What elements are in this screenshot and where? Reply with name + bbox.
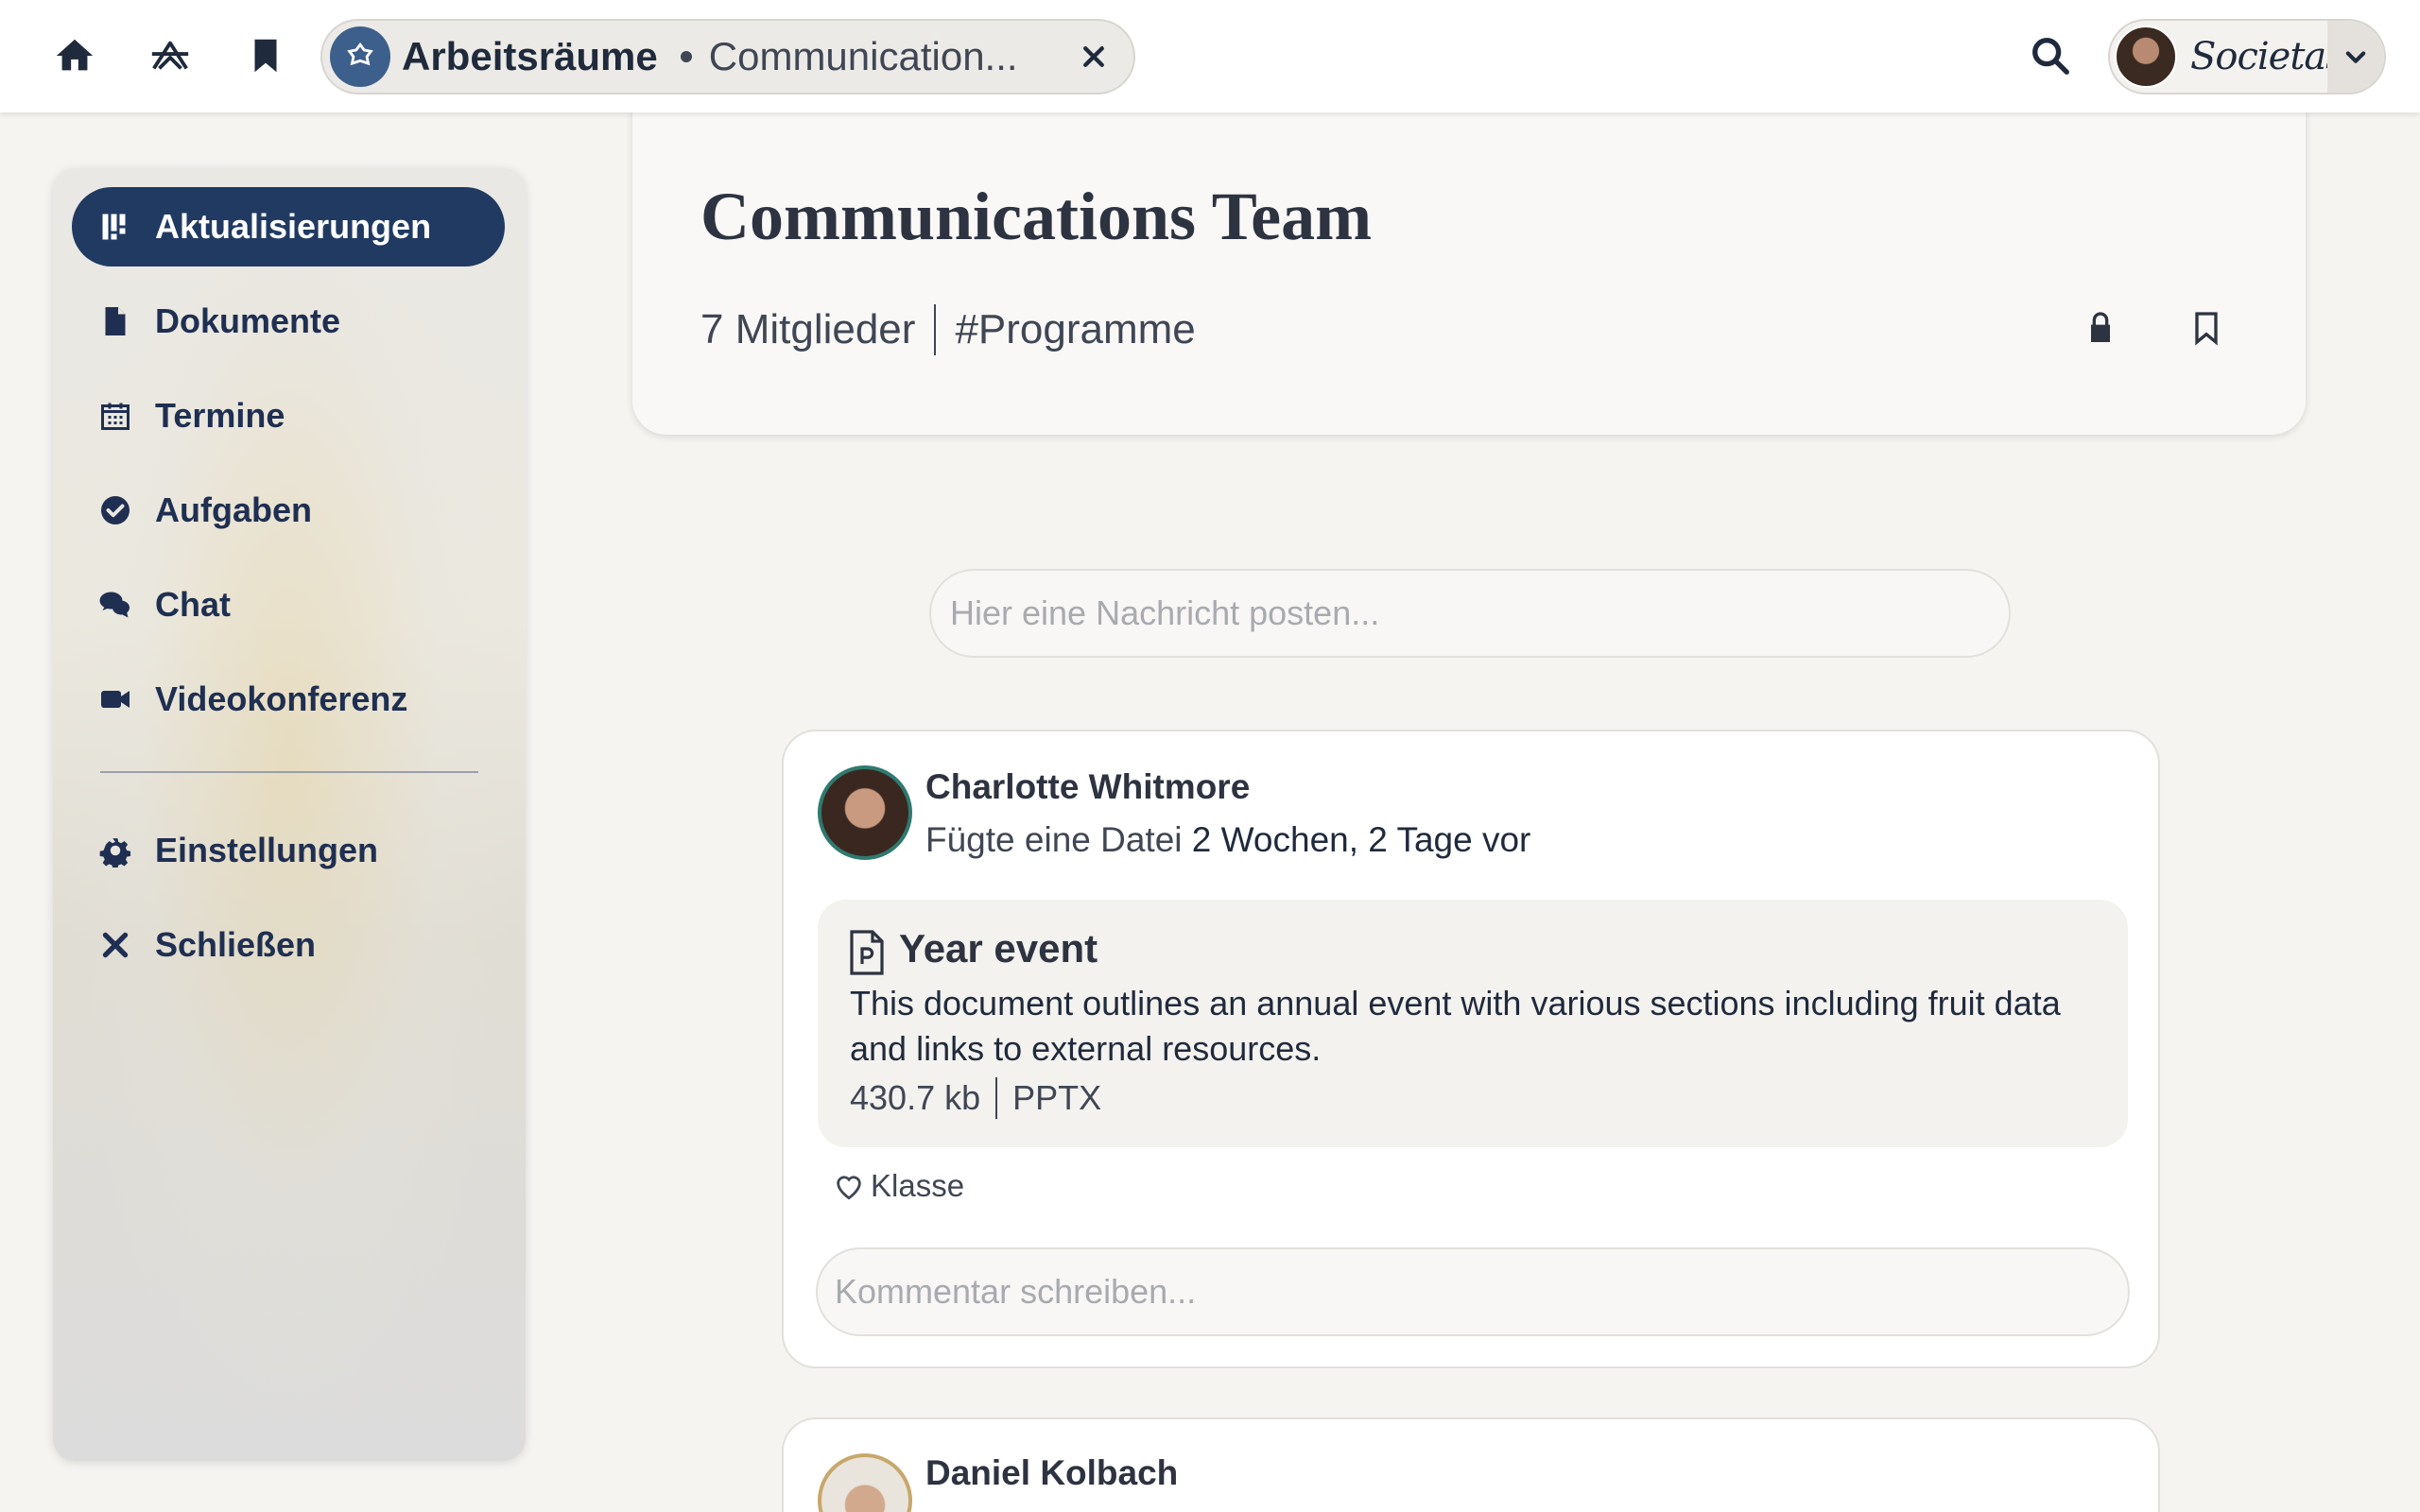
sidebar-item-updates[interactable]: Aktualisierungen [72,187,505,266]
document-icon [96,302,134,340]
sidebar-item-label: Dokumente [155,301,341,340]
close-icon [96,926,134,964]
team-meta: 7 Mitglieder #Programme [700,304,1196,355]
bookmark-icon[interactable] [2183,304,2230,352]
post-action: Fügte eine Datei 2 Wochen, 2 Tage vor [925,820,1530,860]
chat-icon [96,586,134,624]
home-icon[interactable] [47,28,102,83]
sidebar-item-video[interactable]: Videokonferenz [72,660,505,739]
calendar-icon [96,397,134,435]
sidebar: Aktualisierungen Dokumente Termine Aufga… [53,168,526,1461]
sidebar-item-label: Einstellungen [155,831,379,869]
team-tag[interactable]: #Programme [955,306,1195,353]
sidebar-item-close[interactable]: Schließen [72,905,505,985]
sidebar-item-chat[interactable]: Chat [72,565,505,644]
search-icon[interactable] [2023,28,2078,83]
workspace-badge-icon [330,26,390,87]
sidebar-item-label: Termine [155,396,285,435]
sidebar-item-label: Schließen [155,925,317,964]
sidebar-item-settings[interactable]: Einstellungen [72,811,505,890]
file-type: PPTX [1012,1078,1102,1117]
avatar[interactable] [818,1453,912,1512]
file-title[interactable]: Year event [899,926,1098,971]
breadcrumb-separator [680,51,692,62]
sidebar-item-label: Aktualisierungen [155,207,432,246]
post-composer-input[interactable] [929,569,2011,658]
like-button[interactable]: Klasse [833,1168,964,1204]
avatar[interactable] [818,765,912,860]
feed-post: Daniel Kolbach [782,1418,2160,1512]
meta-separator [995,1077,998,1119]
post-timestamp: 2 Wochen, 2 Tage vor [1191,820,1531,859]
breadcrumb-title[interactable]: Arbeitsräume [402,34,658,79]
brand-logo: Societas [2190,35,2345,78]
updates-icon [96,208,134,246]
apps-icon[interactable] [143,28,198,83]
file-meta: 430.7 kb PPTX [850,1077,1101,1119]
file-description: This document outlines an annual event w… [850,984,2061,1068]
post-author[interactable]: Charlotte Whitmore [925,767,1250,807]
post-author[interactable]: Daniel Kolbach [925,1453,1178,1493]
sidebar-divider [100,771,478,773]
like-label: Klasse [871,1168,965,1203]
top-bar: Arbeitsräume Communication... Societas [0,0,2420,112]
sidebar-item-label: Aufgaben [155,490,312,529]
check-circle-icon [96,491,134,529]
post-action-text: Fügte eine Datei [925,820,1183,859]
sidebar-item-label: Videokonferenz [155,679,408,718]
page-title: Communications Team [700,179,1373,254]
heart-icon [837,1176,861,1200]
video-icon [96,680,134,718]
gear-icon [96,832,134,869]
presentation-file-icon [848,930,886,975]
file-attachment[interactable]: Year event This document outlines an ann… [818,900,2128,1147]
member-count[interactable]: 7 Mitglieder [700,306,915,353]
comment-input[interactable] [816,1247,2130,1336]
avatar[interactable] [2115,26,2177,88]
chevron-down-icon[interactable] [2327,21,2384,93]
meta-separator [934,304,937,355]
lock-icon [2077,304,2124,352]
user-menu[interactable]: Societas [2108,19,2386,94]
bookmark-icon[interactable] [238,28,293,83]
sidebar-item-appointments[interactable]: Termine [72,376,505,455]
sidebar-item-tasks[interactable]: Aufgaben [72,471,505,550]
breadcrumb-subtitle[interactable]: Communication... [709,34,1018,79]
sidebar-item-documents[interactable]: Dokumente [72,282,505,361]
workspace-breadcrumb[interactable]: Arbeitsräume Communication... [320,19,1135,94]
sidebar-item-label: Chat [155,585,231,624]
team-header: Communications Team 7 Mitglieder #Progra… [632,94,2306,435]
file-size: 430.7 kb [850,1078,981,1117]
close-icon[interactable] [1075,38,1113,76]
feed-post: Charlotte Whitmore Fügte eine Datei 2 Wo… [782,730,2160,1368]
